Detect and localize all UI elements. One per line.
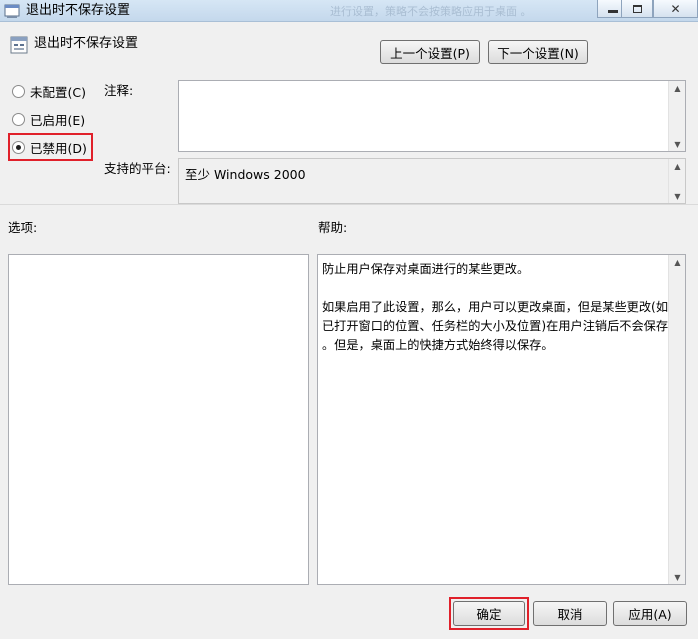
- radio-not-configured[interactable]: 未配置(C): [12, 81, 86, 101]
- options-label: 选项:: [8, 220, 38, 235]
- radio-circle[interactable]: [12, 84, 25, 98]
- help-label: 帮助:: [318, 220, 348, 235]
- close-button[interactable]: ✕: [653, 0, 698, 18]
- previous-setting-button[interactable]: 上一个设置(P): [380, 40, 480, 64]
- help-scrollbar[interactable]: ▲ ▼: [668, 255, 685, 584]
- radio-label: 已启用(E): [30, 112, 86, 128]
- policy-name: 退出时不保存设置: [34, 36, 139, 51]
- radio-enabled[interactable]: 已启用(E): [12, 109, 85, 129]
- minimize-icon: [608, 10, 618, 13]
- section-divider: [0, 204, 698, 205]
- radio-circle[interactable]: [12, 112, 25, 126]
- radio-label: 已禁用(D): [30, 140, 87, 156]
- cancel-button[interactable]: 取消: [533, 601, 607, 626]
- ok-button[interactable]: 确定: [453, 601, 525, 626]
- scroll-down-icon[interactable]: ▼: [669, 189, 686, 203]
- close-icon: ✕: [670, 1, 681, 16]
- scroll-down-icon[interactable]: ▼: [669, 137, 686, 151]
- background-window-text: 进行设置，策略不会按策略应用于桌面 。: [330, 5, 532, 18]
- scroll-down-icon[interactable]: ▼: [669, 570, 686, 584]
- comment-scrollbar[interactable]: ▲ ▼: [668, 81, 685, 151]
- platform-value: 至少 Windows 2000: [185, 167, 306, 182]
- policy-window-icon: [4, 3, 20, 19]
- options-pane[interactable]: [8, 254, 309, 585]
- restore-button[interactable]: [621, 0, 653, 18]
- radio-circle[interactable]: [12, 140, 25, 154]
- radio-disabled[interactable]: 已禁用(D): [12, 137, 87, 157]
- help-pane[interactable]: 防止用户保存对桌面进行的某些更改。 如果启用了此设置，那么，用户可以更改桌面，但…: [317, 254, 686, 585]
- platform-scrollbar[interactable]: ▲ ▼: [668, 159, 685, 203]
- platform-label: 支持的平台:: [104, 161, 171, 176]
- scroll-up-icon[interactable]: ▲: [669, 255, 686, 269]
- comment-label: 注释:: [104, 83, 134, 98]
- apply-button[interactable]: 应用(A): [613, 601, 687, 626]
- radio-label: 未配置(C): [30, 84, 86, 100]
- help-text: 防止用户保存对桌面进行的某些更改。 如果启用了此设置，那么，用户可以更改桌面，但…: [322, 262, 669, 352]
- scroll-up-icon[interactable]: ▲: [669, 159, 686, 173]
- window-title: 退出时不保存设置: [26, 3, 131, 18]
- scroll-up-icon[interactable]: ▲: [669, 81, 686, 95]
- next-setting-button[interactable]: 下一个设置(N): [488, 40, 588, 64]
- platform-textbox: 至少 Windows 2000 ▲ ▼: [178, 158, 686, 204]
- policy-setting-icon: [10, 36, 28, 54]
- comment-textbox[interactable]: ▲ ▼: [178, 80, 686, 152]
- restore-icon: [632, 4, 642, 13]
